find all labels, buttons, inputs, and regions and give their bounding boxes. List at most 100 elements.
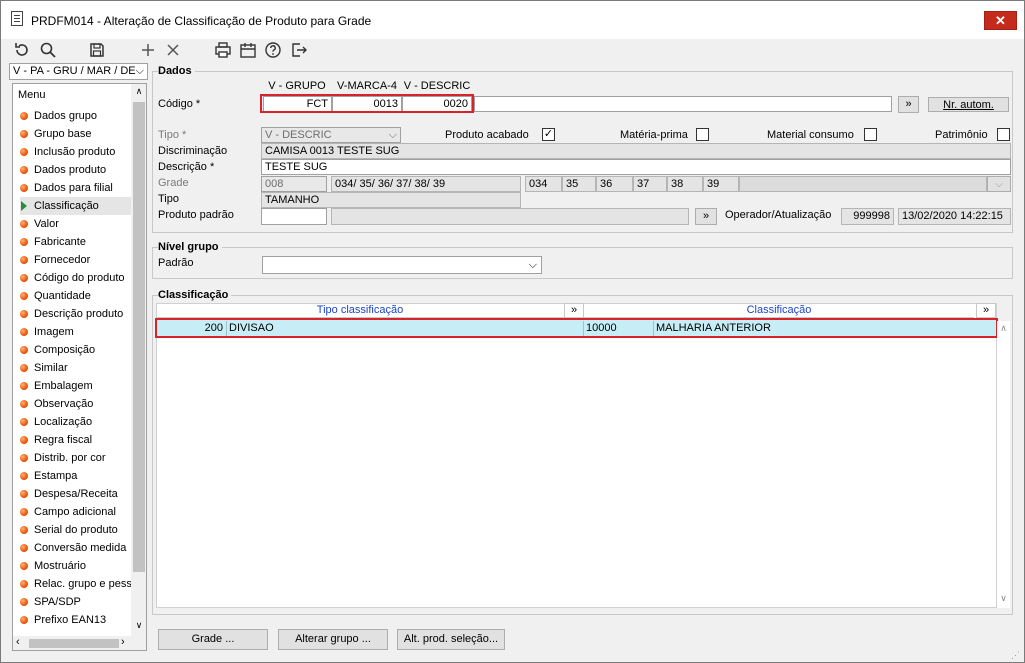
sidebar-item[interactable]: Descrição produto: [20, 305, 135, 323]
sidebar-item[interactable]: Grupo base: [20, 125, 135, 143]
sidebar-item[interactable]: Quantidade: [20, 287, 135, 305]
sidebar-item[interactable]: Composição: [20, 341, 135, 359]
sidebar-item-label: Relac. grupo e pess: [34, 578, 132, 590]
bullet-icon: [20, 220, 28, 228]
sidebar-item[interactable]: Regra fiscal: [20, 431, 135, 449]
grade-expand-button[interactable]: ⌵: [987, 176, 1011, 192]
alt-prod-selecao-button[interactable]: Alt. prod. seleção...: [397, 629, 505, 650]
sidebar-item-label: Mostruário: [34, 560, 86, 572]
sidebar-item-label: Localização: [34, 416, 93, 428]
exit-icon[interactable]: [289, 41, 309, 59]
grid-classificacao-more-button[interactable]: »: [976, 303, 996, 318]
sidebar-item[interactable]: Valor: [20, 215, 135, 233]
grid-header-tipo: Tipo classificação: [156, 303, 564, 318]
scroll-down-icon[interactable]: ∨: [131, 620, 146, 631]
scroll-down-icon[interactable]: ∨: [997, 593, 1010, 604]
operador-field: 999998: [841, 208, 894, 225]
grade-sizes-field: 034/ 35/ 36/ 37/ 38/ 39: [331, 176, 521, 192]
calendar-icon[interactable]: [238, 41, 258, 59]
scroll-right-icon[interactable]: ›: [121, 636, 125, 648]
bullet-icon: [20, 508, 28, 516]
codigo-label: Código *: [158, 98, 201, 110]
material-consumo-checkbox[interactable]: [864, 128, 877, 141]
add-icon[interactable]: [138, 41, 158, 59]
grade-button[interactable]: Grade ...: [158, 629, 268, 650]
scroll-up-icon[interactable]: ∧: [131, 86, 146, 97]
sidebar-item[interactable]: Despesa/Receita: [20, 485, 135, 503]
sidebar-item[interactable]: Código do produto: [20, 269, 135, 287]
codigo-more-button[interactable]: »: [898, 96, 919, 113]
sidebar-scrollbar[interactable]: ∧ ∨: [131, 84, 146, 636]
sidebar-item[interactable]: Fornecedor: [20, 251, 135, 269]
atualizacao-field: 13/02/2020 14:22:15: [898, 208, 1011, 225]
sidebar-item[interactable]: Prefixo EAN13: [20, 611, 135, 629]
sidebar-item[interactable]: Conversão medida: [20, 539, 135, 557]
produto-padrao-desc: [331, 208, 689, 225]
sidebar-item[interactable]: Mostruário: [20, 557, 135, 575]
undo-icon[interactable]: [12, 41, 32, 59]
produto-padrao-input[interactable]: [261, 208, 327, 225]
codigo-description-input[interactable]: [474, 96, 892, 112]
sidebar-item[interactable]: SPA/SDP: [20, 593, 135, 611]
tipo-select[interactable]: V - DESCRIC ⌵: [261, 127, 401, 143]
search-icon[interactable]: [38, 41, 58, 59]
sidebar-item[interactable]: Embalagem: [20, 377, 135, 395]
grid-tipo-more-button[interactable]: »: [564, 303, 584, 318]
close-button[interactable]: ✕: [984, 11, 1017, 30]
patrimonio-checkbox[interactable]: [997, 128, 1010, 141]
grade-scroll-track: [739, 176, 987, 192]
alterar-grupo-button[interactable]: Alterar grupo ...: [278, 629, 388, 650]
help-icon[interactable]: [263, 41, 283, 59]
sidebar-item[interactable]: Serial do produto: [20, 521, 135, 539]
sidebar-item[interactable]: Dados produto: [20, 161, 135, 179]
bullet-icon: [20, 166, 28, 174]
sidebar-item[interactable]: Dados grupo: [20, 107, 135, 125]
codigo-highlight: [260, 94, 474, 113]
scroll-left-icon[interactable]: ‹: [16, 636, 20, 648]
sidebar-item-label: SPA/SDP: [34, 596, 81, 608]
tipo2-field: TAMANHO: [261, 192, 521, 208]
sidebar-item-label: Embalagem: [34, 380, 93, 392]
grade-cell-5: 39: [703, 176, 739, 192]
bullet-icon: [20, 328, 28, 336]
hscroll-thumb[interactable]: [29, 639, 119, 648]
scroll-thumb[interactable]: [133, 102, 145, 572]
sidebar-item-label: Classificação: [34, 200, 99, 212]
resize-grip-icon[interactable]: ⋰: [1011, 650, 1023, 662]
sidebar-item[interactable]: Localização: [20, 413, 135, 431]
grade-code-input[interactable]: 008: [261, 176, 327, 192]
delete-icon[interactable]: [163, 41, 183, 59]
nivel-grupo-title: Nível grupo: [158, 241, 222, 253]
print-icon[interactable]: [213, 41, 233, 59]
bullet-icon: [20, 112, 28, 120]
sidebar-item-label: Regra fiscal: [34, 434, 93, 446]
sidebar-item[interactable]: Distrib. por cor: [20, 449, 135, 467]
produto-padrao-more-button[interactable]: »: [695, 208, 717, 225]
sidebar-hscrollbar[interactable]: ‹ ›: [13, 636, 146, 650]
alterar-grupo-button-label: Alterar grupo ...: [295, 633, 371, 645]
materia-prima-checkbox[interactable]: [696, 128, 709, 141]
sidebar-item[interactable]: Observação: [20, 395, 135, 413]
produto-acabado-checkbox[interactable]: ✓: [542, 128, 555, 141]
sidebar-item[interactable]: Fabricante: [20, 233, 135, 251]
sidebar-item[interactable]: Inclusão produto: [20, 143, 135, 161]
sidebar-selector[interactable]: V - PA - GRU / MAR / DE ⌵: [9, 63, 148, 80]
sidebar-item[interactable]: Imagem: [20, 323, 135, 341]
sidebar-item[interactable]: Estampa: [20, 467, 135, 485]
sidebar-item-label: Dados grupo: [34, 110, 97, 122]
sidebar-item[interactable]: Dados para filial: [20, 179, 135, 197]
tipo2-label: Tipo: [158, 193, 179, 205]
sidebar-item[interactable]: Similar: [20, 359, 135, 377]
grid-header-classificacao-label: Classificação: [746, 304, 812, 316]
sidebar-item-label: Dados produto: [34, 164, 107, 176]
nr-autom-button[interactable]: Nr. autom.: [928, 97, 1009, 112]
descricao-input[interactable]: TESTE SUG: [261, 159, 1011, 175]
grid-scrollbar[interactable]: ∧ ∨: [997, 321, 1010, 608]
sidebar-item[interactable]: Campo adicional: [20, 503, 135, 521]
save-icon[interactable]: [87, 41, 107, 59]
sidebar-item[interactable]: Classificação: [20, 197, 135, 215]
sidebar-item[interactable]: Relac. grupo e pess: [20, 575, 135, 593]
padrao-select[interactable]: ⌵: [262, 256, 542, 274]
scroll-up-icon[interactable]: ∧: [997, 323, 1010, 334]
produto-acabado-label: Produto acabado: [445, 129, 529, 141]
